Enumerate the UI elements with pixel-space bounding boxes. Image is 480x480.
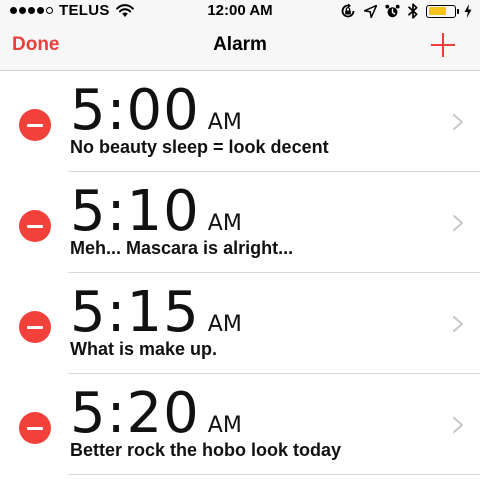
chevron-right-icon[interactable] <box>452 214 464 232</box>
status-bar: TELUS 12:00 AM <box>0 0 480 24</box>
delete-alarm-button[interactable] <box>19 412 51 444</box>
bluetooth-icon <box>408 3 418 19</box>
alarm-time: 5:20 AM <box>70 384 242 444</box>
alarm-time: 5:10 AM <box>70 182 242 242</box>
alarm-row[interactable]: 5:20 AM Better rock the hobo look today <box>0 374 480 475</box>
alarm-label: No beauty sleep = look decent <box>70 137 329 157</box>
delete-alarm-button[interactable] <box>19 210 51 242</box>
alarm-time-value: 5:00 <box>70 78 200 143</box>
navigation-bar: Done Alarm <box>0 24 480 71</box>
battery-icon <box>426 4 459 18</box>
alarm-time-value: 5:15 <box>70 280 200 345</box>
alarm-row[interactable]: 5:00 AM No beauty sleep = look decent <box>0 71 480 172</box>
alarm-screen: TELUS 12:00 AM Done Alarm 5:00 AM No bea… <box>0 0 480 480</box>
alarm-label: Better rock the hobo look today <box>70 440 342 460</box>
alarm-time-ampm: AM <box>207 312 242 337</box>
alarm-time: 5:00 AM <box>70 81 242 141</box>
charging-icon <box>464 4 472 18</box>
alarm-time-ampm: AM <box>207 110 242 135</box>
add-alarm-button[interactable] <box>430 32 456 58</box>
alarm-time-ampm: AM <box>207 211 242 236</box>
row-divider <box>68 474 480 475</box>
location-icon <box>364 4 377 18</box>
alarm-label: What is make up. <box>70 339 218 359</box>
chevron-right-icon[interactable] <box>452 113 464 131</box>
chevron-right-icon[interactable] <box>452 315 464 333</box>
alarm-icon <box>385 4 400 17</box>
plus-icon <box>431 33 455 57</box>
alarm-time-value: 5:20 <box>70 381 200 446</box>
alarm-time-ampm: AM <box>207 413 242 438</box>
chevron-right-icon[interactable] <box>452 416 464 434</box>
status-right <box>340 3 472 19</box>
delete-alarm-button[interactable] <box>19 311 51 343</box>
alarm-time: 5:15 AM <box>70 283 242 343</box>
alarm-time-value: 5:10 <box>70 179 200 244</box>
delete-alarm-button[interactable] <box>19 109 51 141</box>
alarm-row[interactable]: 5:10 AM Meh... Mascara is alright... <box>0 172 480 273</box>
rotation-lock-icon <box>341 3 355 18</box>
alarm-list: 5:00 AM No beauty sleep = look decent 5:… <box>0 71 480 475</box>
alarm-label: Meh... Mascara is alright... <box>70 238 294 258</box>
battery-level <box>428 7 446 15</box>
alarm-row[interactable]: 5:15 AM What is make up. <box>0 273 480 374</box>
page-title: Alarm <box>213 34 267 55</box>
